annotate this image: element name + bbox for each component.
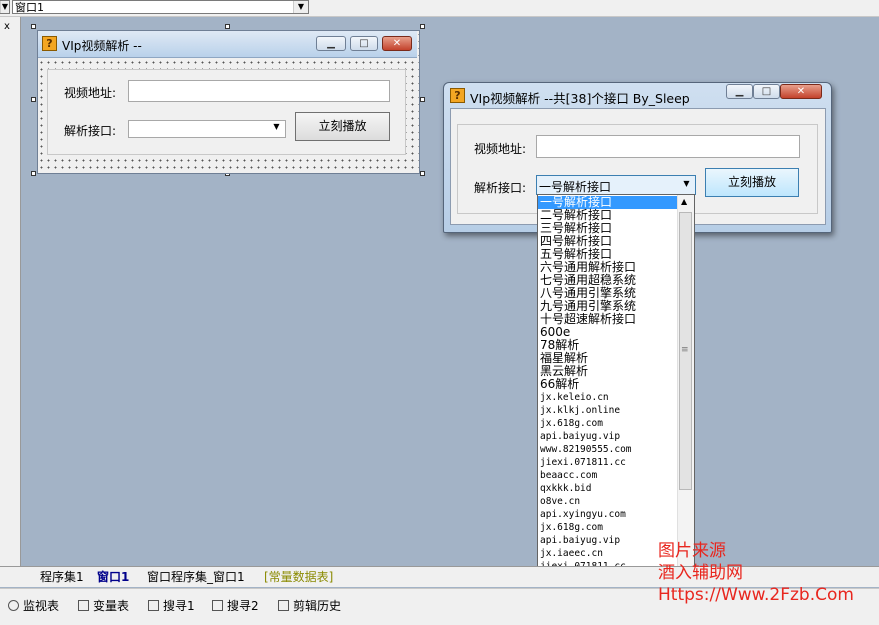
watermark-line: 图片来源 bbox=[658, 541, 726, 561]
window-combo[interactable]: 窗口1 ▼ bbox=[12, 0, 309, 14]
bottom-item-label: 剪辑历史 bbox=[293, 599, 342, 613]
app-icon: ? bbox=[450, 88, 465, 103]
interface-select[interactable]: ▼ bbox=[128, 120, 286, 138]
grip-icon: ≡ bbox=[681, 345, 689, 355]
watermark: 图片来源 酒入辅助网 Https://Www.2Fzb.Com bbox=[658, 540, 854, 606]
object-combo[interactable]: ▼ bbox=[0, 0, 10, 14]
designer-title: VIp视频解析 -- bbox=[62, 39, 142, 53]
tab-window-program-set[interactable]: 窗口程序集_窗口1 bbox=[147, 568, 245, 585]
dropdown-option[interactable]: jx.618g.com bbox=[540, 521, 603, 534]
resize-handle[interactable] bbox=[31, 97, 36, 102]
interface-select[interactable]: 一号解析接口 ▼ bbox=[536, 175, 696, 195]
magnifier-icon bbox=[8, 600, 19, 611]
tab-constants-table[interactable]: [常量数据表] bbox=[264, 568, 333, 585]
resize-handle[interactable] bbox=[420, 171, 425, 176]
dropdown-option[interactable]: jx.iaeec.cn bbox=[540, 547, 603, 560]
bottom-item-label: 变量表 bbox=[93, 599, 130, 613]
bottom-item-variables[interactable]: 变量表 bbox=[78, 597, 129, 614]
chevron-down-icon: ▼ bbox=[0, 1, 9, 13]
bottom-item-clip-history[interactable]: 剪辑历史 bbox=[278, 597, 341, 614]
tab-program-set[interactable]: 程序集1 bbox=[40, 568, 84, 585]
dropdown-option[interactable]: jx.keleio.cn bbox=[540, 391, 609, 404]
video-url-input[interactable] bbox=[128, 80, 390, 102]
close-icon[interactable]: ✕ bbox=[382, 36, 412, 51]
minimize-icon[interactable]: ▁ bbox=[316, 36, 346, 51]
watermark-line: 酒入辅助网 bbox=[658, 563, 743, 583]
resize-handle[interactable] bbox=[420, 97, 425, 102]
minimize-icon[interactable]: ▁ bbox=[726, 84, 753, 99]
dropdown-option[interactable]: 66解析 bbox=[540, 378, 579, 391]
video-url-label: 视频地址: bbox=[64, 86, 117, 100]
dropdown-option[interactable]: api.baiyug.vip bbox=[540, 534, 620, 547]
bottom-item-watch[interactable]: 监视表 bbox=[8, 597, 59, 614]
dropdown-option[interactable]: jiexi.071811.cc bbox=[540, 456, 626, 469]
dropdown-option[interactable]: api.xyingyu.com bbox=[540, 508, 626, 521]
video-url-input[interactable] bbox=[536, 135, 800, 158]
dropdown-option[interactable]: beaacc.com bbox=[540, 469, 597, 482]
interface-dropdown-list[interactable]: 一号解析接口 二号解析接口 三号解析接口 四号解析接口 五号解析接口 六号通用解析接口 七号… bbox=[537, 194, 695, 587]
bottom-item-search2[interactable]: 搜寻2 bbox=[212, 597, 259, 614]
left-panel bbox=[0, 17, 21, 566]
resize-handle[interactable] bbox=[420, 24, 425, 29]
bottom-item-label: 搜寻1 bbox=[163, 599, 195, 613]
chevron-down-icon: ▼ bbox=[273, 122, 280, 131]
play-button[interactable]: 立刻播放 bbox=[705, 168, 799, 197]
dropdown-option[interactable]: jx.klkj.online bbox=[540, 404, 620, 417]
dropdown-option[interactable]: o8ve.cn bbox=[540, 495, 580, 508]
dropdown-scrollbar[interactable]: ▲ ≡ ▼ bbox=[677, 195, 694, 586]
resize-handle[interactable] bbox=[31, 171, 36, 176]
dropdown-option[interactable]: qxkkk.bid bbox=[540, 482, 591, 495]
maximize-icon[interactable]: □ bbox=[753, 84, 780, 99]
search-icon bbox=[212, 600, 223, 611]
video-url-label: 视频地址: bbox=[474, 142, 527, 156]
window-combo-value: 窗口1 bbox=[15, 1, 44, 14]
chevron-down-icon: ▼ bbox=[683, 179, 690, 188]
variables-icon bbox=[78, 600, 89, 611]
maximize-icon[interactable]: □ bbox=[350, 36, 378, 51]
dropdown-option[interactable]: www.82190555.com bbox=[540, 443, 632, 456]
interface-label: 解析接口: bbox=[64, 124, 117, 138]
interface-select-value: 一号解析接口 bbox=[539, 180, 612, 194]
running-window-title: VIp视频解析 --共[38]个接口 By_Sleep bbox=[470, 91, 690, 106]
interface-label: 解析接口: bbox=[474, 181, 527, 195]
tab-window1[interactable]: 窗口1 bbox=[97, 568, 129, 585]
watermark-line: Https://Www.2Fzb.Com bbox=[658, 585, 854, 605]
close-icon[interactable]: x bbox=[4, 21, 10, 32]
bottom-item-search1[interactable]: 搜寻1 bbox=[148, 597, 195, 614]
scroll-up-icon[interactable]: ▲ bbox=[681, 197, 687, 206]
close-icon[interactable]: ✕ bbox=[780, 84, 822, 99]
chevron-down-icon: ▼ bbox=[293, 1, 308, 13]
bottom-item-label: 搜寻2 bbox=[227, 599, 259, 613]
resize-handle[interactable] bbox=[225, 24, 230, 29]
resize-handle[interactable] bbox=[31, 24, 36, 29]
dropdown-option[interactable]: jx.618g.com bbox=[540, 417, 603, 430]
clipboard-icon bbox=[278, 600, 289, 611]
app-icon: ? bbox=[42, 36, 57, 51]
bottom-item-label: 监视表 bbox=[23, 599, 60, 613]
search-icon bbox=[148, 600, 159, 611]
dropdown-option[interactable]: api.baiyug.vip bbox=[540, 430, 620, 443]
play-button[interactable]: 立刻播放 bbox=[295, 112, 390, 141]
